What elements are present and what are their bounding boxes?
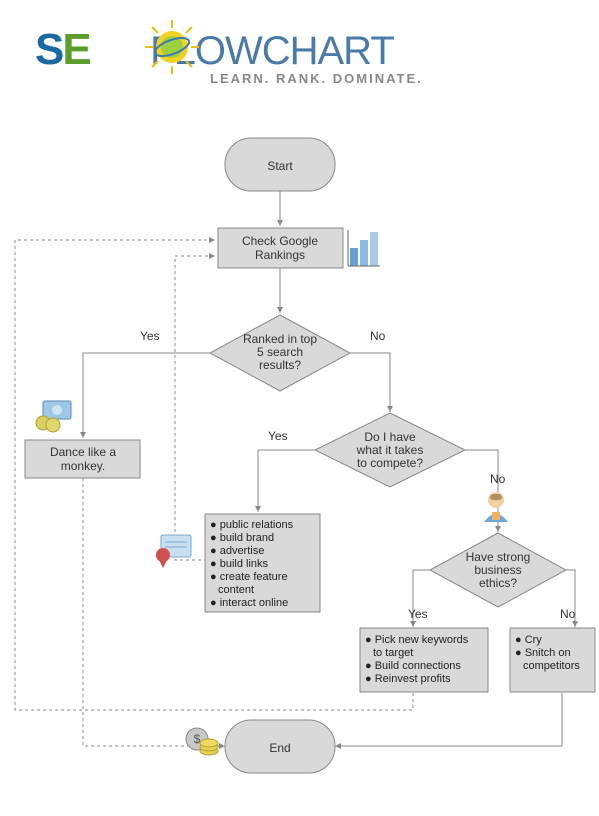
- lbl-no-3: No: [560, 607, 576, 621]
- dance-l2: monkey.: [61, 459, 105, 473]
- svg-text:to target: to target: [373, 647, 413, 659]
- ethics-l2: business: [474, 563, 521, 577]
- lbl-no-2: No: [490, 472, 506, 486]
- svg-text:● interact online: ● interact online: [210, 597, 288, 609]
- lbl-no-1: No: [370, 329, 386, 343]
- svg-text:$: $: [194, 732, 201, 746]
- coins-icon: $: [186, 728, 218, 755]
- svg-text:content: content: [218, 584, 254, 596]
- svg-text:● Build connections: ● Build connections: [365, 660, 461, 672]
- ethics-l1: Have strong: [466, 550, 531, 564]
- compete-l2: what it takes: [356, 443, 424, 457]
- svg-text:● build brand: ● build brand: [210, 532, 274, 544]
- compete-l1: Do I have: [364, 430, 416, 444]
- compete-l3: to compete?: [357, 456, 423, 470]
- svg-text:● advertise: ● advertise: [210, 545, 264, 557]
- end-label: End: [269, 741, 290, 755]
- chart-icon: [348, 230, 380, 266]
- lbl-yes-2: Yes: [268, 429, 288, 443]
- svg-text:competitors: competitors: [523, 660, 580, 672]
- ethics-l3: ethics?: [479, 576, 517, 590]
- ranked-l1: Ranked in top: [243, 332, 317, 346]
- person-icon: [484, 492, 508, 522]
- svg-text:● Reinvest profits: ● Reinvest profits: [365, 673, 451, 685]
- ranked-l2: 5 search: [257, 345, 303, 359]
- lbl-yes-1: Yes: [140, 329, 160, 343]
- certificate-icon: [156, 535, 191, 568]
- dance-l1: Dance like a: [50, 445, 116, 459]
- check-l2: Rankings: [255, 248, 305, 262]
- lbl-yes-3: Yes: [408, 607, 428, 621]
- money-icon: [36, 401, 71, 432]
- ranked-l3: results?: [259, 358, 301, 372]
- svg-text:● Snitch on: ● Snitch on: [515, 647, 571, 659]
- svg-text:● build links: ● build links: [210, 558, 269, 570]
- svg-text:● Cry: ● Cry: [515, 634, 542, 646]
- svg-text:● create feature: ● create feature: [210, 571, 288, 583]
- start-label: Start: [267, 159, 293, 173]
- svg-text:● public relations: ● public relations: [210, 519, 294, 531]
- svg-text:● Pick new keywords: ● Pick new keywords: [365, 634, 469, 646]
- check-l1: Check Google: [242, 234, 318, 248]
